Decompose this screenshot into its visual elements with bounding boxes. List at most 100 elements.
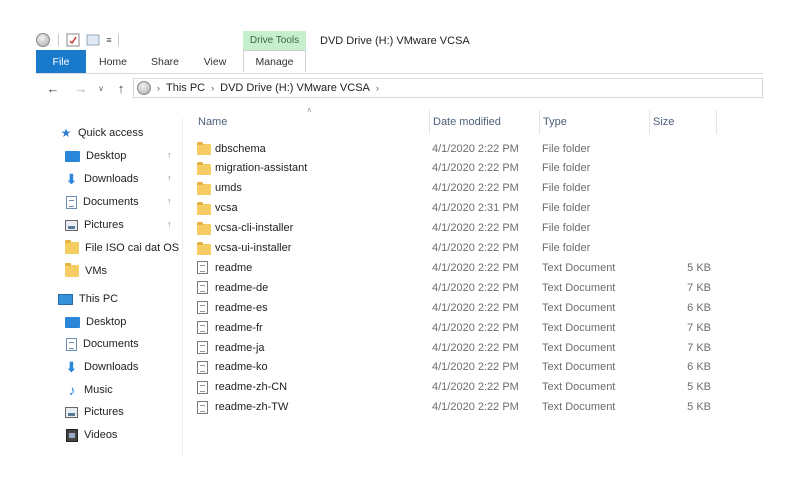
pin-icon[interactable]: ↑ [167, 150, 172, 160]
tab-home[interactable]: Home [90, 50, 136, 73]
sidebar-item-label: Desktop [86, 316, 127, 328]
table-row[interactable]: readme-de 4/1/2020 2:22 PM Text Document 7 … [195, 278, 717, 297]
file-name: readme-zh-CN [215, 381, 288, 394]
recent-locations-chevron-icon[interactable]: ∨ [96, 80, 106, 96]
file-size: 5 KB [687, 401, 711, 414]
file-size: 7 KB [687, 281, 711, 294]
text-document-icon [197, 298, 211, 317]
table-row[interactable]: dbschema 4/1/2020 2:22 PM File folder [195, 139, 717, 158]
tab-manage[interactable]: Manage [243, 50, 306, 73]
table-row[interactable]: readme-zh-TW 4/1/2020 2:22 PM Text Documen… [195, 398, 717, 417]
date-modified: 4/1/2020 2:22 PM [432, 401, 519, 414]
document-icon [66, 195, 77, 209]
table-row[interactable]: vcsa 4/1/2020 2:31 PM File folder [195, 199, 717, 218]
breadcrumb-chevron-icon[interactable]: › [211, 83, 214, 93]
tab-share[interactable]: Share [142, 50, 188, 73]
text-document-icon [197, 398, 211, 417]
tab-view[interactable]: View [194, 50, 236, 73]
table-row[interactable]: readme-ko 4/1/2020 2:22 PM Text Document 6 … [195, 358, 717, 377]
download-icon: ⬇ [65, 171, 78, 187]
desktop-icon [65, 150, 80, 162]
sidebar-item-label: Downloads [84, 173, 139, 185]
toolbar-divider [118, 34, 119, 46]
file-size: 6 KB [687, 301, 711, 314]
up-arrow-icon[interactable]: ↑ [114, 80, 128, 96]
address-bar[interactable]: › This PC › DVD Drive (H:) VMware VCSA › [133, 78, 763, 98]
file-type: Text Document [542, 361, 616, 374]
file-name: readme [215, 261, 253, 274]
table-row[interactable]: vcsa-cli-installer 4/1/2020 2:22 PM File f… [195, 219, 717, 238]
pin-icon[interactable]: ↑ [167, 196, 172, 206]
tab-file[interactable]: File [36, 50, 86, 73]
sidebar-item-label: Quick access [78, 127, 144, 139]
breadcrumb-chevron-icon[interactable]: › [376, 83, 379, 93]
column-header-size[interactable]: Size [649, 110, 717, 134]
column-header-date-modified[interactable]: Date modified [429, 110, 535, 134]
date-modified: 4/1/2020 2:22 PM [432, 381, 519, 394]
file-size: 6 KB [687, 361, 711, 374]
title-bar: ≡ Drive Tools DVD Drive (H:) VMware VCSA [36, 26, 763, 52]
folder-icon [65, 240, 79, 254]
file-type: File folder [542, 182, 591, 195]
table-row[interactable]: readme-es 4/1/2020 2:22 PM Text Document 6 … [195, 298, 717, 317]
file-type: File folder [542, 142, 591, 155]
text-document-icon [197, 358, 211, 377]
breadcrumb-chevron-icon[interactable]: › [157, 83, 160, 93]
breadcrumb-this-pc[interactable]: This PC [166, 82, 205, 94]
new-folder-icon[interactable] [86, 33, 100, 47]
file-type: File folder [542, 222, 591, 235]
file-size [655, 139, 711, 158]
table-row[interactable]: readme-fr 4/1/2020 2:22 PM Text Document 7 … [195, 318, 717, 337]
column-header-type[interactable]: Type [539, 110, 643, 134]
file-size: 5 KB [687, 381, 711, 394]
file-type: File folder [542, 202, 591, 215]
forward-arrow-icon[interactable]: → [74, 80, 88, 96]
file-name: readme-es [215, 301, 268, 314]
sidebar-item-label: Pictures [84, 406, 124, 418]
folder-icon [65, 263, 79, 277]
file-size [655, 239, 711, 258]
text-document-icon [197, 318, 211, 337]
file-size: 7 KB [687, 341, 711, 354]
date-modified: 4/1/2020 2:22 PM [432, 261, 519, 274]
file-name: vcsa-cli-installer [215, 222, 294, 235]
videos-icon [66, 428, 78, 442]
folder-icon [197, 219, 211, 238]
table-row[interactable]: migration-assistant 4/1/2020 2:22 PM File … [195, 159, 717, 178]
folder-icon [197, 159, 211, 178]
column-header-name[interactable]: Name [195, 110, 427, 134]
table-row[interactable]: umds 4/1/2020 2:22 PM File folder [195, 179, 717, 198]
date-modified: 4/1/2020 2:22 PM [432, 142, 519, 155]
back-arrow-icon[interactable]: ← [46, 80, 60, 96]
file-size [655, 219, 711, 238]
file-size [655, 179, 711, 198]
navigation-pane: ★ Quick access Desktop ↑ ⬇ Downloads ↑ D… [36, 118, 183, 456]
file-name: migration-assistant [215, 162, 308, 175]
sidebar-item-label: File ISO cai dat OS [85, 242, 180, 254]
pin-icon[interactable]: ↑ [167, 173, 172, 183]
file-size: 5 KB [687, 261, 711, 274]
sidebar-item-quick-access[interactable]: ★ Quick access [36, 124, 206, 142]
table-row[interactable]: readme-ja 4/1/2020 2:22 PM Text Document 7 … [195, 338, 717, 357]
sidebar-item-label: Videos [84, 429, 118, 441]
sidebar-item-this-pc[interactable]: This PC [36, 290, 204, 308]
download-icon: ⬇ [65, 359, 78, 375]
file-type: Text Document [542, 281, 616, 294]
table-row[interactable]: vcsa-ui-installer 4/1/2020 2:22 PM File fo… [195, 239, 717, 258]
pin-icon[interactable]: ↑ [167, 219, 172, 229]
sidebar-item-label: VMs [85, 265, 107, 277]
sidebar-item-label: Documents [83, 196, 139, 208]
pictures-icon [65, 406, 78, 418]
drive-icon[interactable] [36, 33, 50, 47]
file-name: umds [215, 182, 242, 195]
toolbar-divider [58, 34, 59, 46]
breadcrumb-dvd-drive[interactable]: DVD Drive (H:) VMware VCSA [220, 82, 370, 94]
customize-toolbar-icon[interactable]: ≡ [104, 33, 114, 47]
desktop-icon [65, 316, 80, 328]
properties-icon[interactable] [66, 33, 80, 47]
file-type: Text Document [542, 401, 616, 414]
date-modified: 4/1/2020 2:22 PM [432, 301, 519, 314]
file-name: readme-zh-TW [215, 401, 289, 414]
table-row[interactable]: readme 4/1/2020 2:22 PM Text Document 5 KB [195, 258, 717, 277]
table-row[interactable]: readme-zh-CN 4/1/2020 2:22 PM Text Documen… [195, 378, 717, 397]
